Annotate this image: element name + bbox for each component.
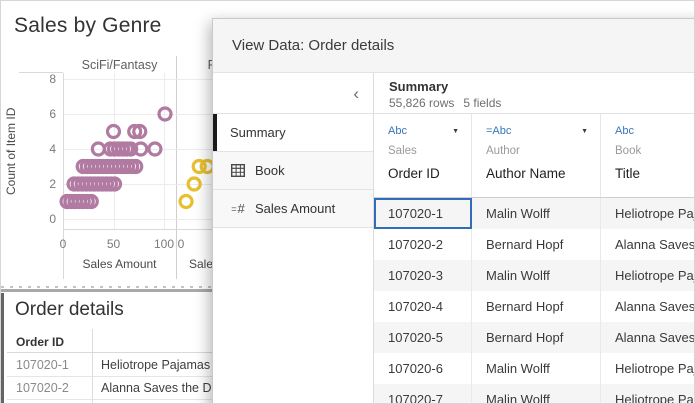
table-cell[interactable]: Bernard Hopf [472,291,601,322]
tab-label: Summary [230,125,286,140]
column-header-order-id: Abc ▼ Sales Order ID [374,114,472,197]
table-cell[interactable]: Heliotrope Pajamas [601,198,695,229]
field-source: Sales [388,145,459,157]
data-table-rows: 107020-1Malin WolffHeliotrope Pajamas107… [374,198,695,404]
table-cell[interactable]: 107020-2 [374,229,472,260]
sidebar-tabs: Summary Book =# Sales Amount [213,114,373,228]
summary-title: Summary [389,79,695,94]
scatter-point[interactable] [188,178,200,190]
order-id-cell[interactable]: 107020-2 [7,381,92,395]
field-type-icon: =Abc [486,125,511,137]
dashboard: Sales by Genre SciFi/Fantasy Fiction Cou… [0,0,695,404]
table-row: 107020-7Malin WolffHeliotrope Pajamas [374,384,695,404]
data-table-header: Abc ▼ Sales Order ID =Abc ▼ Author Author Name A… [374,114,695,198]
collapse-sidebar-icon[interactable]: ‹ [353,85,359,102]
field-count: 5 fields [463,96,501,110]
table-cell[interactable]: Alanna Saves the Day [601,229,695,260]
field-type-icon: Abc [615,125,634,137]
table-cell[interactable]: Malin Wolff [472,384,601,404]
sidebar-top-strip: ‹ [213,73,373,114]
table-cell[interactable]: Malin Wolff [472,198,601,229]
order-id-cell[interactable]: 107020-1 [7,358,92,372]
field-name[interactable]: Author Name [486,166,588,181]
table-cell[interactable]: Heliotrope Pajamas [601,260,695,291]
field-type-icon: Abc [388,125,407,137]
scatter-point[interactable] [159,108,171,120]
table-icon [230,164,246,177]
column-menu-caret-icon[interactable]: ▼ [452,128,459,135]
summary-header: Summary 55,826 rows 5 fields [374,73,695,114]
column-menu-caret-icon[interactable]: ▼ [581,128,588,135]
sidebar-tab-book[interactable]: Book [213,152,373,190]
table-cell[interactable]: Alanna Saves the Day [601,322,695,353]
table-cell[interactable]: Heliotrope Pajamas [601,353,695,384]
field-name[interactable]: Title [615,166,695,181]
table-cell[interactable]: Malin Wolff [472,260,601,291]
table-cell[interactable]: Bernard Hopf [472,322,601,353]
scatter-point[interactable] [108,126,120,138]
scatter-point[interactable] [149,143,161,155]
field-source: Author [486,145,588,157]
table-cell[interactable]: 107020-1 [374,198,472,229]
dialog-titlebar: View Data: Order details [213,19,695,73]
table-cell[interactable]: Malin Wolff [472,353,601,384]
view-data-dialog: View Data: Order details ‹ Summary Book =#… [212,18,695,404]
column-header-author-name: =Abc ▼ Author Author Name [472,114,601,197]
summary-meta: 55,826 rows 5 fields [389,96,695,110]
order-details-title: Order details [15,299,124,321]
table-row: 107020-2Bernard HopfAlanna Saves the Day [374,229,695,260]
dialog-title: View Data: Order details [232,37,394,54]
table-cell[interactable]: Bernard Hopf [472,229,601,260]
table-cell[interactable]: Alanna Saves the Day [601,291,695,322]
field-source: Book [615,145,695,157]
dialog-main: Summary 55,826 rows 5 fields Abc ▼ Sales Ord… [373,73,695,404]
x-axis-title-panel1: Sales Amount [63,257,176,271]
tab-label: Book [255,163,285,178]
table-row: 107020-6Malin WolffHeliotrope Pajamas [374,353,695,384]
order-id-column-header: Order ID [16,335,64,349]
scatter-point[interactable] [92,143,104,155]
number-calc-icon: =# [230,201,246,216]
selected-tab-indicator [213,114,217,151]
dialog-sidebar: ‹ Summary Book =# Sales Amount [213,73,373,404]
table-cell[interactable]: Heliotrope Pajamas [601,384,695,404]
table-row: 107020-1Malin WolffHeliotrope Pajamas [374,198,695,229]
table-cell[interactable]: 107020-7 [374,384,472,404]
table-cell[interactable]: 107020-3 [374,260,472,291]
table-row: 107020-5Bernard HopfAlanna Saves the Day [374,322,695,353]
column-header-title: Abc▼BookTitle [601,114,695,197]
book-title-cell[interactable]: Alanna Saves the Day [92,381,225,395]
table-row: 107020-4Bernard HopfAlanna Saves the Day [374,291,695,322]
tab-label: Sales Amount [255,201,335,216]
table-cell[interactable]: 107020-5 [374,322,472,353]
table-row: 107020-3Malin WolffHeliotrope Pajamas [374,260,695,291]
field-name[interactable]: Order ID [388,166,459,181]
sidebar-tab-summary[interactable]: Summary [213,114,373,152]
table-cell[interactable]: 107020-4 [374,291,472,322]
table-cell[interactable]: 107020-6 [374,353,472,384]
scatter-point[interactable] [180,196,192,208]
row-count: 55,826 rows [389,96,454,110]
book-title-cell[interactable]: Heliotrope Pajamas [92,358,210,372]
sidebar-tab-sales-amount[interactable]: =# Sales Amount [213,190,373,228]
